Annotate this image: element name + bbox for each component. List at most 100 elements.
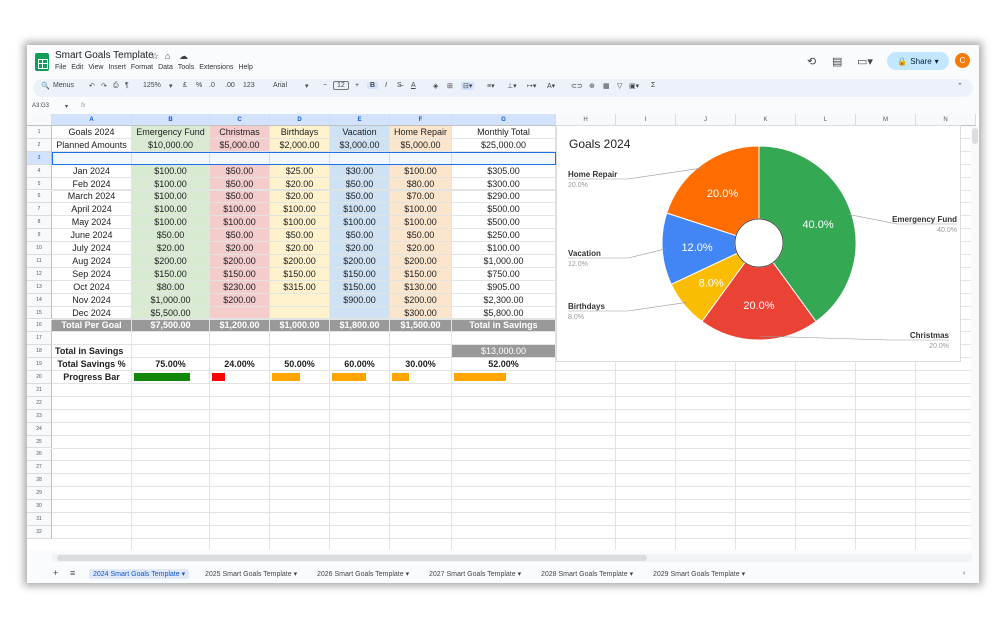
pct-cell[interactable]: 24.00%	[210, 358, 270, 372]
strikethrough-icon[interactable]: S̶	[397, 82, 402, 89]
data-cell[interactable]: $500.00	[452, 203, 556, 217]
data-cell[interactable]	[270, 306, 330, 320]
row-header[interactable]: 25	[27, 435, 52, 449]
row-header[interactable]: 29	[27, 487, 52, 501]
data-cell[interactable]: $5,500.00	[132, 306, 210, 320]
data-cell[interactable]: $100.00	[132, 177, 210, 191]
row-header[interactable]: 21	[27, 384, 52, 397]
comments-icon[interactable]: ▤	[832, 55, 842, 68]
row-header[interactable]: 12	[27, 267, 52, 281]
total-pct-label[interactable]: Total Savings %	[52, 358, 132, 372]
column-header-e[interactable]: E	[330, 114, 390, 126]
menu-file[interactable]: File	[55, 64, 66, 71]
data-cell[interactable]: $50.00	[330, 177, 390, 191]
data-cell[interactable]: $1,000.00	[452, 255, 556, 268]
scroll-thumb[interactable]	[57, 555, 647, 561]
data-cell[interactable]: $100.00	[132, 203, 210, 217]
progress-label[interactable]: Progress Bar	[52, 371, 132, 384]
row-header[interactable]: 2	[27, 138, 52, 152]
data-cell[interactable]: $50.00	[132, 229, 210, 243]
data-cell[interactable]: $30.00	[330, 164, 390, 178]
data-cell[interactable]: Jan 2024	[52, 164, 132, 178]
data-cell[interactable]: $20.00	[210, 242, 270, 255]
column-header-a[interactable]: A	[52, 114, 132, 126]
header-cell[interactable]: Vacation	[330, 126, 390, 139]
star-icon[interactable]: ☆	[151, 51, 159, 62]
row-header[interactable]: 26	[27, 448, 52, 462]
data-cell[interactable]: Feb 2024	[52, 177, 132, 191]
row-header[interactable]: 16	[27, 319, 52, 333]
row-header[interactable]: 14	[27, 293, 52, 307]
data-cell[interactable]: $100.00	[390, 216, 452, 230]
planned-cell[interactable]: $5,000.00	[210, 138, 270, 152]
data-cell[interactable]: $305.00	[452, 164, 556, 178]
data-cell[interactable]: $200.00	[390, 293, 452, 307]
text-color-icon[interactable]: A	[411, 82, 416, 89]
bold-button[interactable]: B	[367, 82, 379, 89]
planned-cell[interactable]: $5,000.00	[390, 138, 452, 152]
sheet-tab[interactable]: 2025 Smart Goals Template ▾	[205, 570, 297, 578]
account-avatar[interactable]: C	[955, 53, 970, 68]
collapse-toolbar-icon[interactable]: ⌃	[957, 82, 963, 90]
data-cell[interactable]: $905.00	[452, 280, 556, 294]
header-cell[interactable]: Emergency Fund	[132, 126, 210, 139]
text-rotation-icon[interactable]: A▾	[547, 82, 555, 90]
column-header-g[interactable]: G	[452, 114, 556, 126]
pct-cell[interactable]: 50.00%	[270, 358, 330, 372]
total-cell[interactable]: Total Per Goal	[52, 319, 132, 333]
data-cell[interactable]: $50.00	[210, 190, 270, 204]
data-cell[interactable]: Oct 2024	[52, 280, 132, 294]
data-cell[interactable]: $100.00	[132, 216, 210, 230]
menu-help[interactable]: Help	[238, 64, 252, 71]
chevron-down-icon[interactable]: ▾	[305, 82, 309, 90]
scroll-tabs-icon[interactable]: ‹	[963, 570, 965, 577]
borders-icon[interactable]: ⊞	[447, 82, 453, 90]
row-header[interactable]: 23	[27, 409, 52, 423]
all-sheets-icon[interactable]: ≡	[70, 568, 75, 578]
data-cell[interactable]: Aug 2024	[52, 255, 132, 268]
data-cell[interactable]: June 2024	[52, 229, 132, 243]
share-button[interactable]: 🔒 Share ▾	[887, 52, 949, 70]
sheets-logo-icon[interactable]	[35, 53, 49, 71]
data-cell[interactable]: $50.00	[210, 229, 270, 243]
data-cell[interactable]: $300.00	[452, 177, 556, 191]
data-cell[interactable]: $20.00	[330, 242, 390, 255]
row-header[interactable]: 19	[27, 358, 52, 372]
more-formats-button[interactable]: 123	[243, 82, 255, 89]
row-header[interactable]: 32	[27, 525, 52, 539]
row-header[interactable]: 17	[27, 332, 52, 346]
row-header[interactable]: 7	[27, 203, 52, 217]
fill-color-icon[interactable]: ◈	[433, 82, 438, 90]
data-cell[interactable]: $2,300.00	[452, 293, 556, 307]
data-cell[interactable]: $20.00	[270, 190, 330, 204]
italic-button[interactable]: I	[385, 82, 387, 89]
menus-search[interactable]: Menus	[53, 82, 74, 89]
name-box[interactable]: A3:G3	[32, 103, 49, 109]
data-cell[interactable]: $100.00	[270, 216, 330, 230]
row-header[interactable]: 27	[27, 461, 52, 475]
chevron-down-icon[interactable]: ▾	[65, 103, 68, 110]
menu-data[interactable]: Data	[158, 64, 173, 71]
row-header[interactable]: 4	[27, 164, 52, 178]
total-cell[interactable]: $1,500.00	[390, 319, 452, 333]
data-cell[interactable]: $5,800.00	[452, 306, 556, 320]
row-header[interactable]: 31	[27, 513, 52, 526]
font-size-input[interactable]: 12	[333, 81, 349, 90]
filter-views-icon[interactable]: ▣▾	[629, 82, 639, 90]
sheet-tab[interactable]: 2024 Smart Goals Template ▾	[89, 569, 190, 579]
row-header[interactable]: 1	[27, 126, 52, 139]
vertical-scrollbar[interactable]	[971, 126, 979, 550]
data-cell[interactable]: $100.00	[270, 203, 330, 217]
menu-insert[interactable]: Insert	[108, 64, 126, 71]
data-cell[interactable]: $50.00	[330, 190, 390, 204]
increase-decimal-button[interactable]: .00	[225, 82, 235, 89]
data-cell[interactable]: $20.00	[270, 177, 330, 191]
print-icon[interactable]: ⎙	[113, 82, 119, 90]
data-cell[interactable]: $20.00	[132, 242, 210, 255]
redo-icon[interactable]: ↷	[101, 82, 107, 90]
total-cell[interactable]: $1,800.00	[330, 319, 390, 333]
data-cell[interactable]	[210, 306, 270, 320]
data-cell[interactable]: $900.00	[330, 293, 390, 307]
data-cell[interactable]: $100.00	[452, 242, 556, 255]
data-cell[interactable]	[330, 306, 390, 320]
